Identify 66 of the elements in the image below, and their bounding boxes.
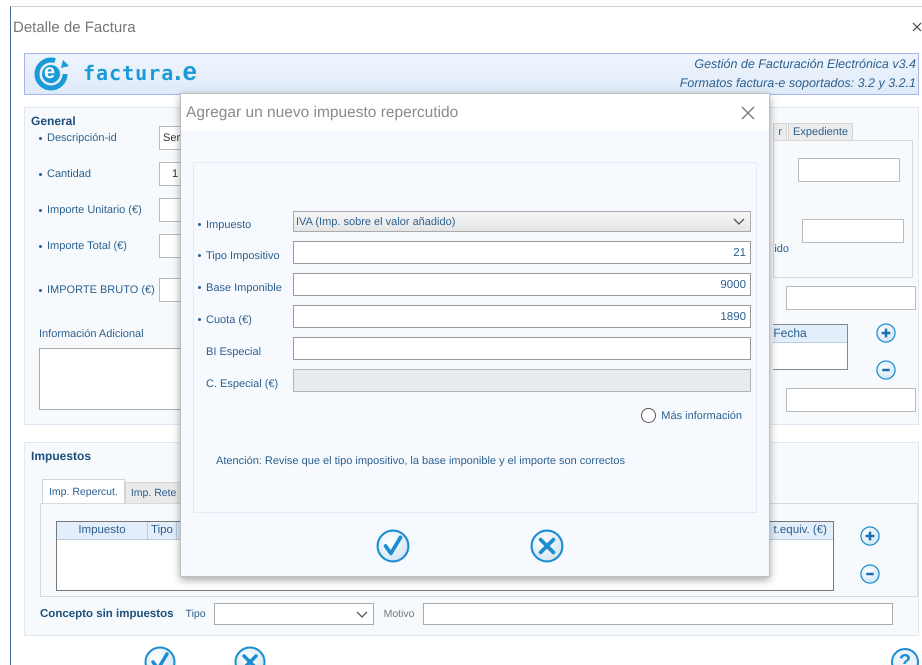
help-button[interactable]: ?	[891, 648, 919, 665]
brand-name: factura.e	[83, 56, 198, 87]
input-field[interactable]	[786, 286, 916, 310]
tax-dropdown[interactable]: IVA (Imp. sobre el valor añadido)	[293, 211, 751, 232]
field-label: C. Especial (€)	[206, 378, 278, 390]
tab[interactable]: Expediente	[788, 123, 854, 140]
dialog-title: Agregar un nuevo impuesto repercutido	[186, 104, 458, 122]
warning-text: Atención: Revise que el tipo impositivo, la base imponible y el importe son correctos	[216, 455, 626, 467]
chevron-down-icon	[356, 610, 368, 618]
field-label: Base Imponible	[206, 282, 282, 294]
field-label: Cantidad	[47, 168, 92, 180]
field-label: Cuota (€)	[206, 314, 252, 326]
radio-button[interactable]	[641, 408, 656, 423]
input-field[interactable]	[798, 158, 900, 182]
field-label: Impuesto	[206, 218, 252, 230]
field-label: Descripción-id	[47, 132, 117, 144]
field-label: ido	[774, 243, 790, 255]
required-mark-icon	[39, 136, 42, 140]
chevron-down-icon	[733, 218, 745, 225]
required-mark-icon	[39, 244, 42, 248]
logo-icon	[33, 56, 71, 92]
tab[interactable]: r	[773, 123, 787, 140]
close-icon[interactable]	[912, 22, 922, 32]
input-field[interactable]	[422, 603, 893, 625]
input-field[interactable]	[293, 337, 751, 360]
column-header: Fecha	[773, 325, 848, 343]
radio-label[interactable]: Más información	[661, 410, 742, 422]
add-icon[interactable]	[860, 526, 880, 546]
window-title: Detalle de Factura	[13, 18, 136, 36]
app-version-text: Gestión de Facturación Electrónica v3.4	[693, 56, 916, 73]
field-label: Importe Total (€)	[47, 240, 127, 252]
column-header: Tipo	[148, 522, 177, 539]
section-title: Impuestos	[30, 448, 92, 463]
accept-icon[interactable]	[376, 529, 410, 563]
input-field[interactable]: 9000	[293, 273, 751, 296]
field-label: IMPORTE BRUTO (€)	[47, 284, 155, 296]
required-mark-icon	[198, 254, 201, 257]
tab[interactable]: Imp. Repercut.	[42, 479, 125, 503]
required-mark-icon	[39, 208, 42, 212]
section-title: General	[30, 113, 76, 128]
required-mark-icon	[198, 223, 201, 226]
input-field[interactable]	[786, 388, 916, 412]
close-icon[interactable]	[741, 106, 755, 120]
field-label: Importe Unitario (€)	[47, 204, 142, 216]
remove-icon[interactable]	[860, 564, 880, 584]
add-icon[interactable]	[876, 323, 896, 343]
field-label: Tipo	[186, 608, 206, 620]
remove-icon[interactable]	[876, 360, 896, 380]
input-field[interactable]: 21	[293, 241, 751, 264]
input-field[interactable]: 1890	[293, 305, 751, 328]
type-dropdown[interactable]	[214, 603, 374, 625]
input-field[interactable]	[802, 219, 904, 243]
supported-formats-text: Formatos factura-e soportados: 3.2 y 3.2.1	[680, 75, 916, 92]
field-label: Información Adicional	[39, 328, 145, 340]
field-label: BI Especial	[206, 346, 262, 358]
required-mark-icon	[198, 318, 201, 321]
required-mark-icon	[198, 286, 201, 289]
column-header: Impuesto	[57, 522, 148, 539]
tab[interactable]: Imp. Rete	[124, 482, 182, 503]
field-label: Tipo Impositivo	[206, 250, 280, 262]
logo-letter: e	[44, 61, 56, 83]
cancel-icon[interactable]	[530, 529, 564, 563]
required-mark-icon	[39, 288, 42, 292]
required-mark-icon	[39, 172, 42, 176]
field-label: Motivo	[384, 608, 415, 620]
field-label: Concepto sin impuestos	[40, 608, 174, 620]
